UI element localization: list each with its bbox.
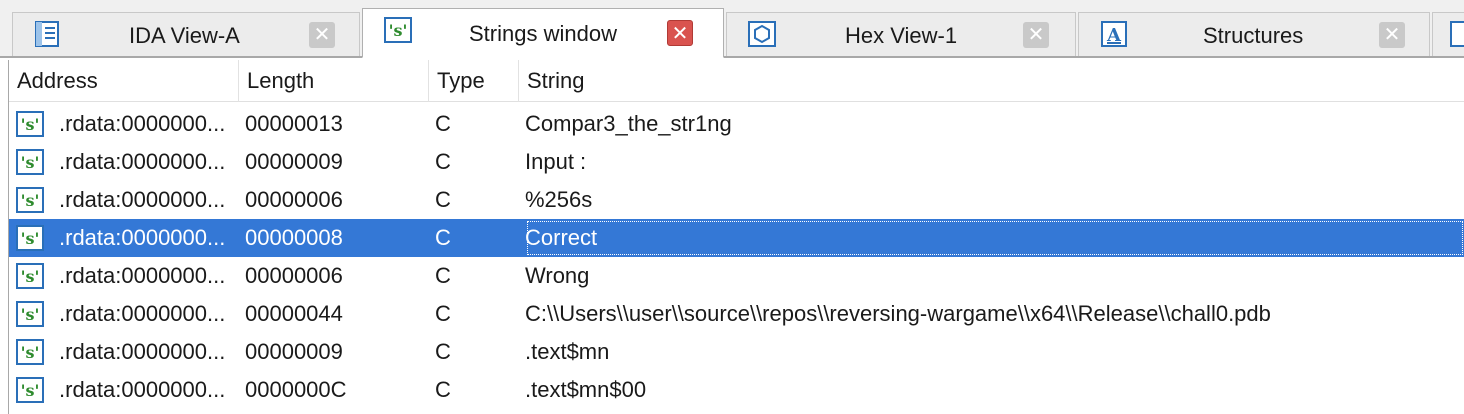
strings-icon: 's': [383, 15, 413, 45]
svg-text:'s': 's': [21, 153, 40, 172]
cell-type: C: [435, 377, 451, 402]
table-row[interactable]: 's' .rdata:0000000... 00000009 C .text$mn: [9, 333, 1464, 371]
cell-length: 00000006: [245, 263, 343, 288]
tab-label: Structures: [1203, 23, 1304, 48]
cell-string: .text$mn$00: [525, 377, 647, 402]
svg-text:'s': 's': [21, 267, 40, 286]
cell-string: %256s: [525, 187, 593, 212]
string-icon: 's': [15, 110, 45, 138]
tab-label: Strings window: [469, 21, 617, 46]
string-icon: 's': [15, 338, 45, 366]
table-row[interactable]: 's' .rdata:0000000... 00000006 C Wrong: [9, 257, 1464, 295]
close-icon[interactable]: ✕: [1379, 22, 1405, 48]
tab-ida-view-a[interactable]: IDA View-A ✕: [12, 12, 360, 56]
cell-address: .rdata:0000000...: [59, 339, 226, 364]
tab-strings-window[interactable]: 's' Strings window ✕: [362, 8, 724, 58]
column-header-length[interactable]: Length: [239, 60, 429, 102]
column-header-string[interactable]: String: [519, 60, 1464, 102]
svg-text:'s': 's': [21, 115, 40, 134]
close-icon[interactable]: ✕: [667, 20, 693, 46]
tab-icon-partial: [1449, 19, 1464, 49]
string-icon: 's': [15, 376, 45, 404]
structures-icon: A: [1099, 19, 1129, 49]
table-row[interactable]: 's' .rdata:0000000... 00000013 C Compar3_the…: [9, 105, 1464, 143]
cell-string: Wrong: [525, 263, 590, 288]
cell-address: .rdata:0000000...: [59, 225, 226, 250]
string-icon: 's': [15, 148, 45, 176]
table-row[interactable]: 's' .rdata:0000000... 00000006 C %256s: [9, 181, 1464, 219]
cell-length: 00000006: [245, 187, 343, 212]
cell-type: C: [435, 187, 451, 212]
cell-length: 00000008: [245, 225, 343, 250]
strings-table: Address Length Type String 's' .rdata:000…: [8, 60, 1464, 414]
cell-length: 00000009: [245, 339, 343, 364]
cell-type: C: [435, 225, 451, 250]
cell-address: .rdata:0000000...: [59, 301, 226, 326]
string-icon: 's': [15, 224, 45, 252]
cell-address: .rdata:0000000...: [59, 263, 226, 288]
svg-text:'s': 's': [389, 21, 408, 40]
svg-text:'s': 's': [21, 305, 40, 324]
string-icon: 's': [15, 186, 45, 214]
cell-address: .rdata:0000000...: [59, 111, 226, 136]
svg-text:'s': 's': [21, 381, 40, 400]
cell-type: C: [435, 263, 451, 288]
table-row[interactable]: 's' .rdata:0000000... 0000000C C .text$mn$00: [9, 371, 1464, 409]
cell-length: 00000009: [245, 149, 343, 174]
cell-address: .rdata:0000000...: [59, 187, 226, 212]
cell-type: C: [435, 111, 451, 136]
svg-text:'s': 's': [21, 191, 40, 210]
tab-structures[interactable]: A Structures ✕: [1078, 12, 1430, 56]
tab-overflow[interactable]: [1432, 12, 1464, 56]
string-icon: 's': [15, 300, 45, 328]
cell-type: C: [435, 149, 451, 174]
tab-label: IDA View-A: [129, 23, 240, 48]
svg-text:'s': 's': [21, 343, 40, 362]
cell-address: .rdata:0000000...: [59, 149, 226, 174]
close-icon[interactable]: ✕: [1023, 22, 1049, 48]
cell-string: .text$mn: [525, 339, 610, 364]
tab-bar: IDA View-A ✕ 's' Strings window ✕ Hex Vi…: [0, 0, 1464, 58]
close-icon[interactable]: ✕: [309, 22, 335, 48]
column-header-type[interactable]: Type: [429, 60, 519, 102]
cell-type: C: [435, 301, 451, 326]
disassembly-icon: [33, 19, 63, 49]
svg-text:'s': 's': [21, 229, 40, 248]
cell-string: C:\\Users\\user\\source\\repos\\reversin…: [525, 301, 1271, 326]
cell-string: Correct: [525, 219, 1464, 257]
cell-string: Compar3_the_str1ng: [525, 111, 732, 136]
table-header: Address Length Type String: [9, 60, 1464, 102]
tab-hex-view-1[interactable]: Hex View-1 ✕: [726, 12, 1076, 56]
table-row[interactable]: 's' .rdata:0000000... 00000008 C Correct: [9, 219, 1464, 257]
table-row[interactable]: 's' .rdata:0000000... 00000044 C C:\\Users\\…: [9, 295, 1464, 333]
cell-string: Input :: [525, 149, 587, 174]
column-header-address[interactable]: Address: [9, 60, 239, 102]
string-icon: 's': [15, 262, 45, 290]
hex-icon: [747, 19, 777, 49]
table-row[interactable]: 's' .rdata:0000000... 00000009 C Input :: [9, 143, 1464, 181]
cell-type: C: [435, 339, 451, 364]
cell-length: 0000000C: [245, 377, 347, 402]
tab-label: Hex View-1: [845, 23, 958, 48]
cell-length: 00000044: [245, 301, 343, 326]
cell-address: .rdata:0000000...: [59, 377, 226, 402]
cell-length: 00000013: [245, 111, 343, 136]
